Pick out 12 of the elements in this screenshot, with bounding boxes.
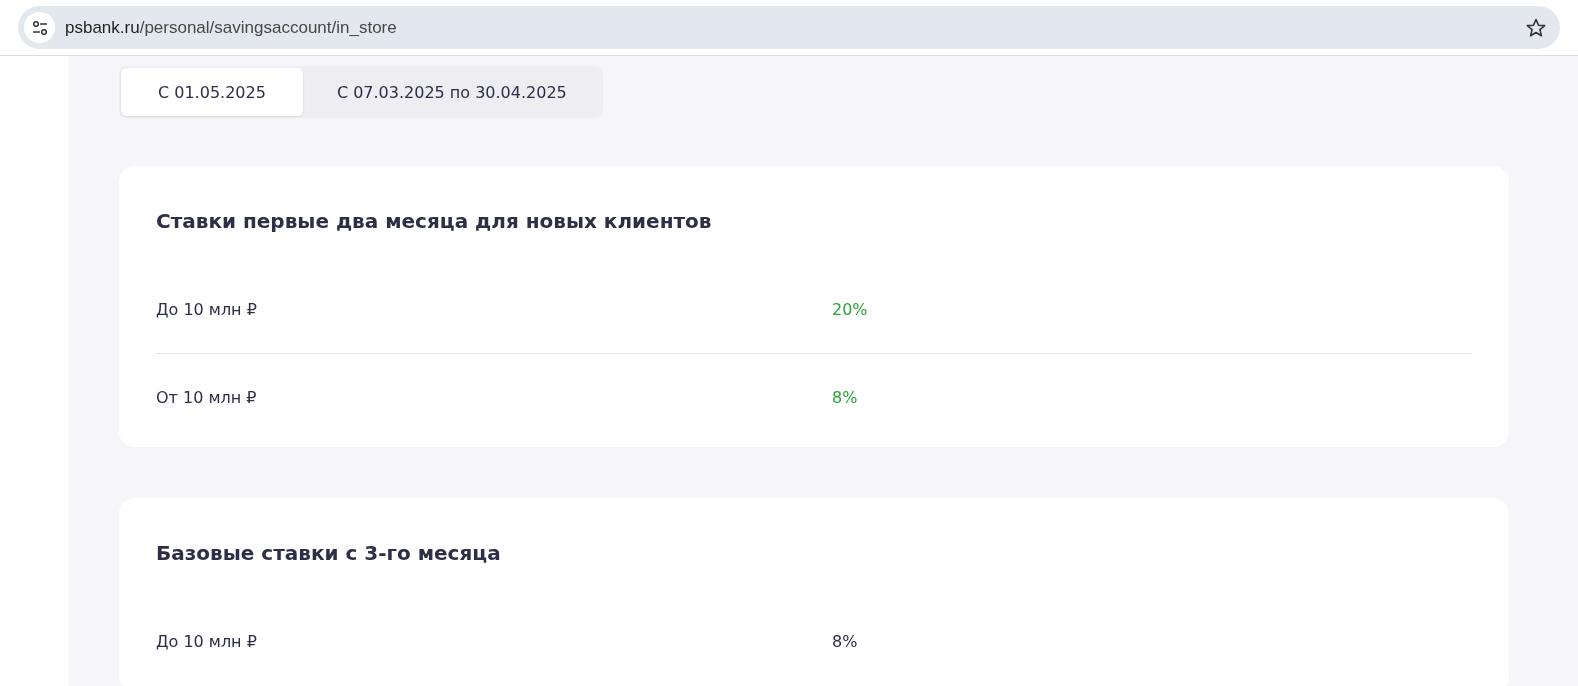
rate-value: 8% [832, 388, 858, 407]
date-tab[interactable]: С 01.05.2025 [121, 68, 303, 116]
site-settings-icon[interactable] [24, 12, 55, 43]
amount-label: До 10 млн ₽ [156, 300, 258, 319]
star-icon[interactable] [1526, 17, 1546, 38]
section-title: Базовые ставки с 3-го месяца [156, 540, 502, 567]
date-tab[interactable]: С 07.03.2025 по 30.04.2025 [302, 68, 601, 116]
amount-label: От 10 млн ₽ [156, 388, 258, 407]
rate-value: 8% [832, 632, 858, 651]
amount-label: До 10 млн ₽ [156, 632, 258, 651]
rate-value: 20% [832, 300, 868, 319]
section-title: Ставки первые два месяца для новых клиентов [156, 208, 713, 235]
